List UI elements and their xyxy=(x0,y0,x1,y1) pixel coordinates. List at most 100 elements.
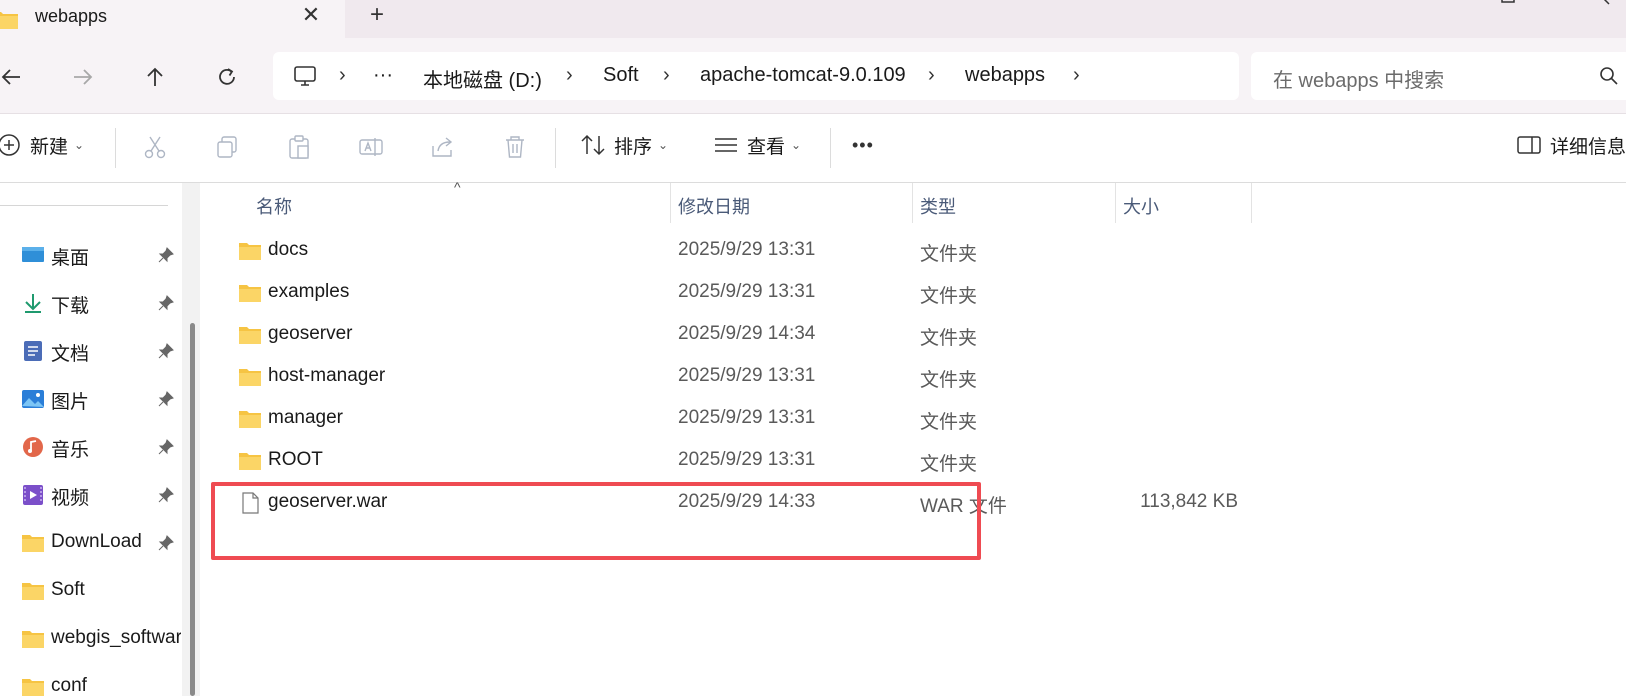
file-name: examples xyxy=(268,281,350,302)
arrow-right-icon xyxy=(74,69,93,85)
folder-icon xyxy=(22,583,44,600)
video-icon xyxy=(23,485,43,505)
arrow-up-icon xyxy=(147,67,163,86)
search-box[interactable]: 在 webapps 中搜索 xyxy=(1251,52,1626,100)
sidebar-item-download-folder[interactable]: DownLoad xyxy=(0,523,180,563)
pin-icon[interactable] xyxy=(158,391,174,407)
paste-icon[interactable] xyxy=(286,134,312,160)
sidebar-item-documents[interactable]: 文档 xyxy=(0,331,180,371)
tab-webapps[interactable]: webapps ✕ xyxy=(0,0,345,38)
sidebar-scrollbar-thumb[interactable] xyxy=(190,323,195,696)
file-row[interactable]: examples 2025/9/29 13:31 文件夹 xyxy=(208,272,1208,314)
breadcrumb-tomcat[interactable]: apache-tomcat-9.0.109 xyxy=(700,64,906,87)
column-header-name[interactable]: 名称 xyxy=(256,193,292,219)
view-label: 查看 xyxy=(747,136,786,158)
column-divider[interactable] xyxy=(912,183,913,223)
file-row[interactable]: host-manager 2025/9/29 13:31 文件夹 xyxy=(208,356,1208,398)
sidebar-item-conf[interactable]: conf xyxy=(0,667,180,696)
close-window-icon[interactable] xyxy=(1594,0,1614,10)
breadcrumb-webapps[interactable]: webapps xyxy=(965,64,1045,87)
new-button[interactable]: 新建 ⌄ xyxy=(0,128,84,162)
maximize-icon[interactable] xyxy=(1498,0,1518,10)
sidebar-item-downloads[interactable]: 下载 xyxy=(0,283,180,323)
file-row[interactable]: geoserver 2025/9/29 14:34 文件夹 xyxy=(208,314,1208,356)
folder-icon xyxy=(239,327,261,344)
back-button[interactable] xyxy=(0,60,28,94)
arrow-left-icon xyxy=(1,69,20,85)
more-options-button[interactable]: ••• xyxy=(852,128,874,162)
file-name: docs xyxy=(268,239,309,260)
rename-icon[interactable] xyxy=(358,134,384,160)
details-pane-button[interactable]: 详细信息 xyxy=(1516,128,1626,162)
pin-icon[interactable] xyxy=(158,247,174,263)
sort-label: 排序 xyxy=(614,136,653,158)
highlight-annotation-box xyxy=(211,482,981,560)
breadcrumb-separator[interactable]: › xyxy=(663,64,670,87)
chevron-down-icon: ⌄ xyxy=(791,138,802,152)
sidebar-item-desktop[interactable]: 桌面 xyxy=(0,235,180,275)
breadcrumb-drive[interactable]: 本地磁盘 (D:) xyxy=(423,64,542,93)
folder-icon xyxy=(0,12,18,29)
tab-title: webapps xyxy=(35,6,108,26)
navigation-pane: 桌面 下载 文档 图片 音乐 视频 DownLoad Soft webgis_s… xyxy=(0,183,200,696)
computer-icon xyxy=(294,66,316,86)
file-type: 文件夹 xyxy=(920,286,978,307)
sidebar-item-label: Soft xyxy=(51,579,85,600)
close-tab-icon[interactable]: ✕ xyxy=(298,2,324,28)
file-date: 2025/9/29 13:31 xyxy=(678,407,816,428)
file-row[interactable]: ROOT 2025/9/29 13:31 文件夹 xyxy=(208,440,1208,482)
file-row[interactable]: manager 2025/9/29 13:31 文件夹 xyxy=(208,398,1208,440)
column-divider[interactable] xyxy=(1251,183,1252,223)
pin-icon[interactable] xyxy=(158,535,174,551)
sidebar-item-pictures[interactable]: 图片 xyxy=(0,379,180,419)
file-type: 文件夹 xyxy=(920,370,978,391)
sidebar-item-music[interactable]: 音乐 xyxy=(0,427,180,467)
sidebar-item-videos[interactable]: 视频 xyxy=(0,475,180,515)
sidebar-item-soft[interactable]: Soft xyxy=(0,571,180,611)
sidebar-divider xyxy=(0,205,168,206)
file-row[interactable]: docs 2025/9/29 13:31 文件夹 xyxy=(208,230,1208,272)
column-header-date[interactable]: 修改日期 xyxy=(678,193,750,219)
address-bar[interactable]: › ··· 本地磁盘 (D:) › Soft › apache-tomcat-9… xyxy=(273,52,1239,100)
new-tab-button[interactable]: + xyxy=(364,2,390,28)
file-date: 2025/9/29 14:34 xyxy=(678,323,816,344)
title-bar: webapps ✕ + xyxy=(0,0,1626,38)
file-type: 文件夹 xyxy=(920,454,978,475)
download-icon xyxy=(25,294,41,313)
search-icon xyxy=(1600,67,1618,85)
minimize-icon[interactable] xyxy=(1430,0,1450,10)
share-icon[interactable] xyxy=(430,134,456,160)
column-header-size[interactable]: 大小 xyxy=(1123,193,1159,219)
view-button[interactable]: 查看 ⌄ xyxy=(713,128,801,162)
column-divider[interactable] xyxy=(670,183,671,223)
breadcrumb-separator[interactable]: › xyxy=(566,64,573,87)
pin-icon[interactable] xyxy=(158,295,174,311)
folder-icon xyxy=(22,631,44,648)
desktop-icon xyxy=(22,247,44,262)
breadcrumb-separator[interactable]: › xyxy=(928,64,935,87)
pin-icon[interactable] xyxy=(158,487,174,503)
chevron-down-icon: ⌄ xyxy=(74,138,85,152)
cut-icon[interactable] xyxy=(142,134,168,160)
details-label: 详细信息 xyxy=(1550,136,1626,158)
delete-icon[interactable] xyxy=(502,134,528,160)
plus-circle-icon xyxy=(0,134,20,156)
sort-icon xyxy=(581,134,605,156)
pin-icon[interactable] xyxy=(158,439,174,455)
forward-button[interactable] xyxy=(66,60,100,94)
up-button[interactable] xyxy=(138,60,172,94)
column-divider[interactable] xyxy=(1115,183,1116,223)
column-header-type[interactable]: 类型 xyxy=(920,193,956,219)
sidebar-item-webgis-software[interactable]: webgis_software xyxy=(0,619,181,659)
command-bar: 新建 ⌄ 排序 ⌄ 查看 ⌄ ••• 详细信息 xyxy=(0,113,1626,183)
copy-icon[interactable] xyxy=(214,134,240,160)
more-icon: ••• xyxy=(852,134,874,155)
breadcrumb-soft[interactable]: Soft xyxy=(603,64,639,87)
sort-button[interactable]: 排序 ⌄ xyxy=(580,128,668,162)
breadcrumb-separator[interactable]: › xyxy=(1073,64,1080,87)
refresh-button[interactable] xyxy=(210,60,244,94)
pin-icon[interactable] xyxy=(158,343,174,359)
search-placeholder: 在 webapps 中搜索 xyxy=(1273,70,1445,92)
pictures-icon xyxy=(22,390,44,408)
breadcrumb-more[interactable]: ··· xyxy=(373,64,393,87)
